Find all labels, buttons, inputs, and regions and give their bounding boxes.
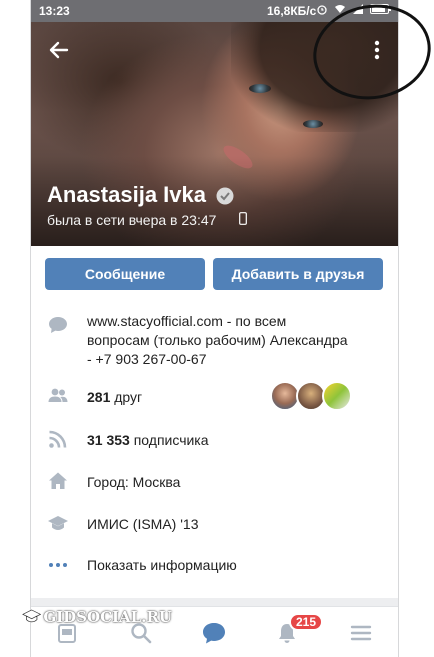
friends-icon	[48, 388, 68, 402]
rss-icon	[49, 430, 67, 448]
phone-screen: 13:23 16,8КБ/с Anastasija Ivka была в се…	[30, 0, 399, 657]
mobile-phone-icon	[239, 212, 247, 225]
status-time: 13:23	[39, 4, 70, 18]
followers-label: подписчика	[133, 432, 209, 448]
city-text: Город: Москва	[87, 474, 181, 490]
verified-icon	[216, 187, 234, 205]
send-message-button[interactable]: Сообщение	[45, 258, 205, 290]
status-line-3: - +7 903 267-00-67	[87, 351, 207, 367]
info-row-status: www.stacyofficial.com - по всем вопросам…	[31, 312, 398, 372]
section-divider	[31, 598, 398, 606]
more-dots-icon	[49, 563, 67, 567]
graduation-cap-icon	[48, 516, 68, 530]
education-text: ИМИС (ISMA) '13	[87, 516, 199, 532]
info-row-followers[interactable]: 31 353 подписчика	[31, 427, 398, 455]
status-line-1: www.stacyofficial.com - по всем	[87, 313, 287, 329]
graduation-cap-icon	[22, 609, 42, 623]
friends-count: 281	[87, 389, 111, 405]
alarm-icon	[317, 5, 327, 15]
info-row-city: Город: Москва	[31, 469, 398, 497]
show-info-label: Показать информацию	[87, 557, 237, 573]
followers-count: 31 353	[87, 432, 130, 448]
messages-icon[interactable]	[201, 620, 227, 646]
friends-avatars[interactable]	[270, 381, 356, 413]
friends-label: друг	[114, 389, 143, 405]
menu-hamburger-icon[interactable]	[349, 621, 373, 645]
home-icon	[49, 472, 67, 489]
add-friend-button[interactable]: Добавить в друзья	[213, 258, 383, 290]
watermark-text: GIDSOCIAL.RU	[43, 608, 172, 626]
show-info-link[interactable]: Показать информацию	[31, 554, 398, 578]
profile-name: Anastasija Ivka	[47, 182, 206, 207]
back-arrow-icon[interactable]	[47, 38, 71, 62]
status-network-speed: 16,8КБ/с	[267, 4, 317, 18]
status-line-2: вопросам (только рабочим) Александра	[87, 332, 348, 348]
notifications-badge: 215	[289, 613, 324, 631]
friend-avatar[interactable]	[322, 381, 352, 411]
speech-bubble-icon	[49, 317, 67, 333]
watermark: GIDSOCIAL.RU	[22, 606, 172, 628]
info-row-education: ИМИС (ISMA) '13	[31, 511, 398, 539]
last-seen-status: была в сети вчера в 23:47	[47, 212, 217, 228]
